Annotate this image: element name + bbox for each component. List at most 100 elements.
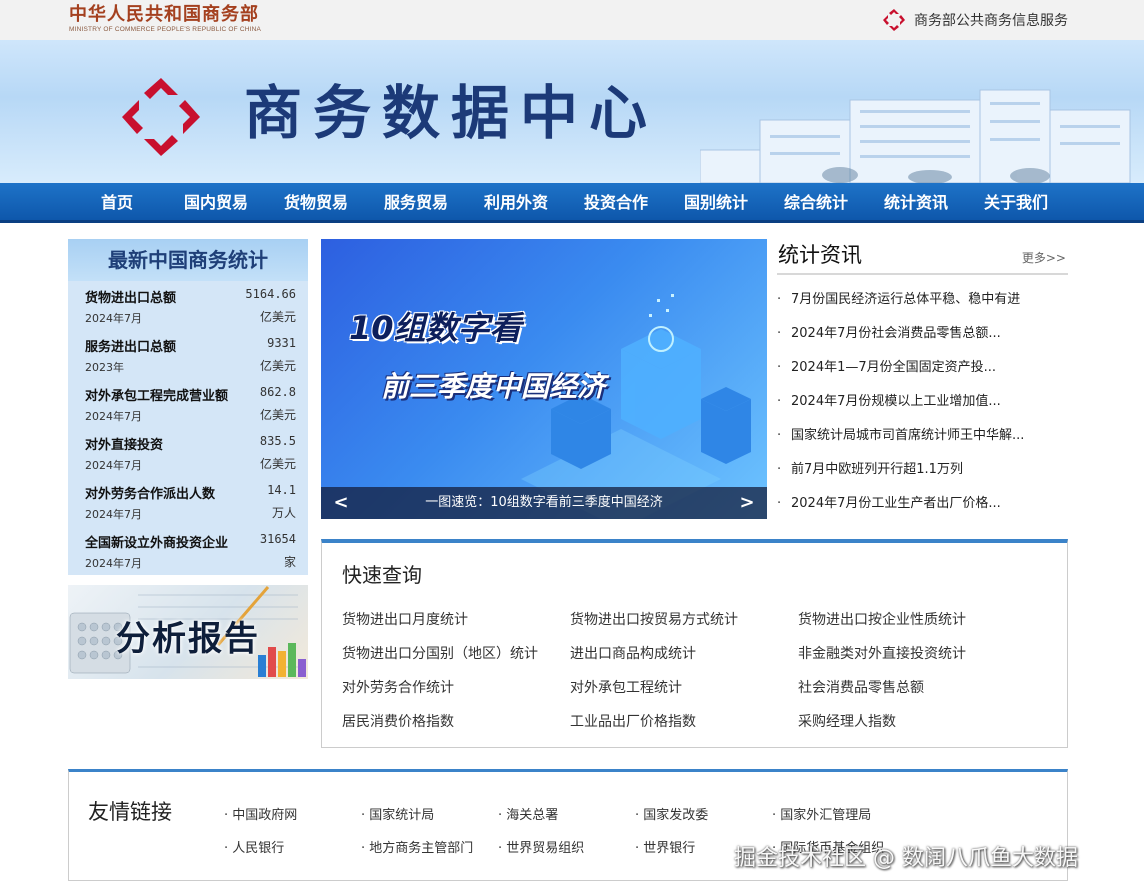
friend-link-label: 中国政府网: [232, 808, 298, 823]
bullet-icon: ·: [777, 462, 782, 477]
news-item[interactable]: · 前7月中欧班列开行超1.1万列: [777, 453, 1068, 487]
stats-panel-title: 最新中国商务统计: [68, 239, 308, 281]
news-item-label: 7月份国民经济运行总体平稳、稳中有进: [791, 292, 1021, 307]
analysis-report-banner[interactable]: 分析报告: [68, 585, 308, 679]
news-item[interactable]: · 国家统计局城市司首席统计师王中华解...: [777, 419, 1068, 453]
quick-link[interactable]: 对外劳务合作统计: [342, 677, 454, 697]
news-carousel[interactable]: 10组数字看 前三季度中国经济 一图速览：10组数字看前三季度中国经济 < >: [321, 239, 767, 519]
friend-link[interactable]: · 世界银行: [635, 837, 695, 856]
building-illustration: [700, 89, 1131, 183]
quick-link[interactable]: 对外承包工程统计: [570, 677, 682, 697]
stat-row[interactable]: 对外直接投资 835.5 2024年7月 亿美元: [68, 428, 308, 477]
friend-link-label: 海关总署: [506, 808, 559, 823]
news-list: · 7月份国民经济运行总体平稳、稳中有进 · 2024年7月份社会消费品零售总额..…: [777, 283, 1068, 521]
stat-value: 835.5: [259, 434, 296, 448]
banner: 商务数据中心: [0, 40, 1144, 183]
stat-unit: 家: [283, 555, 296, 569]
stat-unit: 亿美元: [259, 408, 296, 422]
nav-home[interactable]: 首页: [101, 183, 133, 223]
friend-link[interactable]: · 人民银行: [224, 837, 284, 856]
friend-link-label: 人民银行: [232, 841, 285, 856]
stat-value: 862.8: [259, 385, 296, 399]
stat-name: 对外直接投资: [85, 438, 164, 453]
nav-comprehensive-stats[interactable]: 综合统计: [784, 183, 848, 223]
quick-link[interactable]: 工业品出厂价格指数: [570, 711, 696, 731]
friend-link[interactable]: · 国家统计局: [361, 804, 434, 823]
news-item[interactable]: · 2024年7月份规模以上工业增加值...: [777, 385, 1068, 419]
quick-link[interactable]: 非金融类对外直接投资统计: [798, 643, 966, 663]
quick-link[interactable]: 进出口商品构成统计: [570, 643, 696, 663]
stat-date: 2023年: [85, 361, 124, 374]
nav-investment-cooperation[interactable]: 投资合作: [584, 183, 648, 223]
friend-link-label: 世界银行: [643, 841, 696, 856]
carousel-headline-2: 前三季度中国经济: [381, 370, 606, 403]
friend-link[interactable]: · 中国政府网: [224, 804, 297, 823]
friend-link[interactable]: · 国家发改委: [635, 804, 708, 823]
news-item-label: 2024年7月份规模以上工业增加值...: [791, 394, 1001, 409]
service-link-label: 商务部公共商务信息服务: [914, 13, 1068, 29]
nav-services-trade[interactable]: 服务贸易: [384, 183, 448, 223]
stat-unit: 亿美元: [259, 310, 296, 324]
news-more-link[interactable]: 更多>>: [1022, 249, 1066, 266]
bullet-icon: ·: [777, 394, 782, 409]
stat-name: 服务进出口总额: [85, 340, 177, 355]
stat-name: 对外劳务合作派出人数: [85, 487, 216, 502]
quick-link[interactable]: 货物进出口按贸易方式统计: [570, 609, 738, 629]
stat-name: 货物进出口总额: [85, 291, 177, 306]
stat-date: 2024年7月: [85, 557, 142, 570]
main-nav: 首页 国内贸易 货物贸易 服务贸易 利用外资 投资合作 国别统计 综合统计 统计…: [0, 183, 1144, 223]
service-link[interactable]: 商务部公共商务信息服务: [882, 8, 1068, 32]
quick-link[interactable]: 货物进出口按企业性质统计: [798, 609, 966, 629]
news-title: 统计资讯: [778, 243, 862, 267]
news-item-label: 前7月中欧班列开行超1.1万列: [791, 462, 963, 477]
carousel-prev-button[interactable]: <: [329, 487, 353, 519]
friend-link-label: 地方商务主管部门: [369, 841, 474, 856]
quick-link[interactable]: 居民消费价格指数: [342, 711, 454, 731]
nav-stats-news[interactable]: 统计资讯: [884, 183, 948, 223]
ministry-name-en: MINISTRY OF COMMERCE PEOPLE'S REPUBLIC O…: [69, 26, 262, 33]
stat-row[interactable]: 货物进出口总额 5164.66 2024年7月 亿美元: [68, 281, 308, 330]
banner-title: 商务数据中心: [244, 79, 659, 147]
nav-foreign-investment[interactable]: 利用外资: [484, 183, 548, 223]
carousel-caption[interactable]: 一图速览：10组数字看前三季度中国经济: [321, 487, 767, 519]
friend-link[interactable]: · 海关总署: [498, 804, 558, 823]
quick-link[interactable]: 货物进出口月度统计: [342, 609, 468, 629]
stat-unit: 万人: [271, 506, 296, 520]
analysis-report-title: 分析报告: [116, 619, 260, 659]
friend-link-label: 国家发改委: [643, 808, 709, 823]
stat-row[interactable]: 服务进出口总额 9331 2023年 亿美元: [68, 330, 308, 379]
nav-about-us[interactable]: 关于我们: [984, 183, 1048, 223]
friend-link[interactable]: · 国家外汇管理局: [772, 804, 871, 823]
stat-unit: 亿美元: [259, 359, 296, 373]
top-bar: 中华人民共和国商务部 MINISTRY OF COMMERCE PEOPLE'S…: [0, 0, 1144, 40]
stat-date: 2024年7月: [85, 508, 142, 521]
stat-row[interactable]: 对外承包工程完成营业额 862.8 2024年7月 亿美元: [68, 379, 308, 428]
news-item[interactable]: · 7月份国民经济运行总体平稳、稳中有进: [777, 283, 1068, 317]
news-item[interactable]: · 2024年1—7月份全国固定资产投...: [777, 351, 1068, 385]
stat-row[interactable]: 全国新设立外商投资企业 31654 2024年7月 家: [68, 526, 308, 575]
quick-link[interactable]: 采购经理人指数: [798, 711, 896, 731]
friend-link[interactable]: · 世界贸易组织: [498, 837, 584, 856]
friend-link-label: 国家统计局: [369, 808, 435, 823]
latest-stats-panel: 最新中国商务统计 货物进出口总额 5164.66 2024年7月 亿美元 服务进…: [68, 239, 308, 575]
nav-domestic-trade[interactable]: 国内贸易: [184, 183, 248, 223]
nav-country-stats[interactable]: 国别统计: [684, 183, 748, 223]
friend-link[interactable]: · 地方商务主管部门: [361, 837, 473, 856]
ministry-logo[interactable]: 中华人民共和国商务部 MINISTRY OF COMMERCE PEOPLE'S…: [69, 5, 262, 34]
stat-row[interactable]: 对外劳务合作派出人数 14.1 2024年7月 万人: [68, 477, 308, 526]
quick-link[interactable]: 社会消费品零售总额: [798, 677, 924, 697]
news-item-label: 2024年1—7月份全国固定资产投...: [791, 360, 997, 375]
quick-query-panel: 快速查询 货物进出口月度统计 货物进出口按贸易方式统计 货物进出口按企业性质统计…: [321, 539, 1068, 748]
nav-goods-trade[interactable]: 货物贸易: [284, 183, 348, 223]
news-item[interactable]: · 2024年7月份工业生产者出厂价格...: [777, 487, 1068, 521]
news-item[interactable]: · 2024年7月份社会消费品零售总额...: [777, 317, 1068, 351]
stats-news-panel: 统计资讯 更多>> · 7月份国民经济运行总体平稳、稳中有进 · 2024年7月份社…: [777, 239, 1068, 521]
quick-link[interactable]: 货物进出口分国别（地区）统计: [342, 643, 538, 663]
carousel-next-button[interactable]: >: [735, 487, 759, 519]
stat-name: 全国新设立外商投资企业: [85, 536, 229, 551]
stat-value: 9331: [267, 336, 296, 350]
mofcom-logo-icon: [122, 78, 200, 156]
bullet-icon: ·: [777, 360, 782, 375]
stat-date: 2024年7月: [85, 410, 142, 423]
stat-value: 31654: [259, 532, 296, 546]
